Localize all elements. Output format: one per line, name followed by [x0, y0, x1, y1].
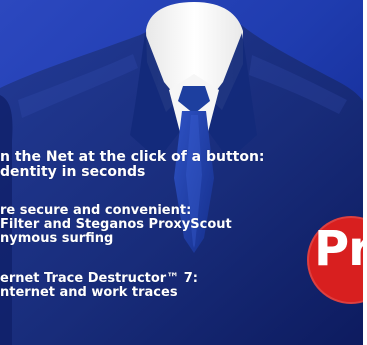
right-edge — [363, 0, 367, 345]
headline-2-line-1: re secure and convenient: — [0, 203, 192, 218]
product-badge-text: Pr — [314, 221, 367, 277]
headline-3-line-2: nternet and work traces — [0, 285, 178, 301]
headline-2-line-3: nymous surfing — [0, 231, 114, 247]
headline-1-line-2: dentity in seconds — [0, 164, 146, 181]
headline-1-line-1: n the Net at the click of a button: — [0, 149, 265, 165]
headline-2-line-2: Filter and Steganos ProxyScout — [0, 217, 232, 233]
headline-3-line-1: ernet Trace Destructor™ 7: — [0, 271, 198, 286]
headline-block-2: re secure and convenient: Filter and Ste… — [0, 203, 232, 247]
headline-block-3: ernet Trace Destructor™ 7: nternet and w… — [0, 271, 198, 301]
advertisement-scene: n the Net at the click of a button: dent… — [0, 0, 367, 345]
headline-block-1: n the Net at the click of a button: dent… — [0, 149, 265, 181]
